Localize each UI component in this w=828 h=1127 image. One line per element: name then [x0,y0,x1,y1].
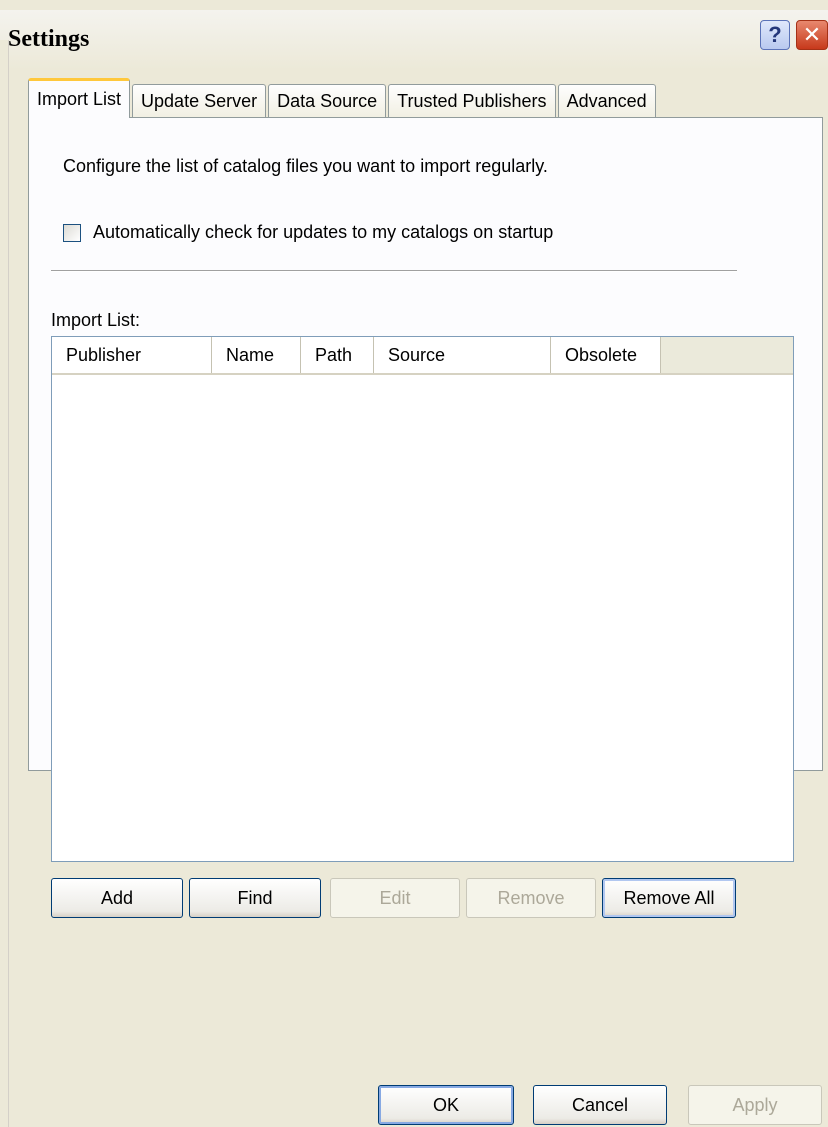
import-list-label: Import List: [51,310,141,330]
title-bar[interactable]: Settings ? ✕ [0,0,828,70]
find-button[interactable]: Find [189,878,321,918]
remove-all-button[interactable]: Remove All [602,878,736,918]
panel-description: Configure the list of catalog files you … [63,156,548,176]
close-icon: ✕ [802,22,822,47]
help-icon: ? [768,22,782,47]
column-header-publisher[interactable]: Publisher [52,337,212,373]
tab-strip: Import List Update Server Data Source Tr… [28,78,658,118]
column-header-filler [661,337,793,373]
column-header-name[interactable]: Name [212,337,301,373]
tab-data-source[interactable]: Data Source [268,84,387,118]
help-button[interactable]: ? [760,20,790,50]
ok-button[interactable]: OK [378,1085,514,1125]
import-list-panel: Configure the list of catalog files you … [28,117,823,918]
import-list-view[interactable]: Publisher Name Path Source Obsolete [51,336,794,862]
apply-button[interactable]: Apply [688,1085,822,1125]
cancel-button[interactable]: Cancel [533,1085,667,1125]
separator [51,270,737,272]
auto-check-option[interactable]: Automatically check for updates to my ca… [63,222,553,243]
tab-update-server[interactable]: Update Server [132,84,267,118]
column-header-obsolete[interactable]: Obsolete [551,337,661,373]
tab-trusted-publishers[interactable]: Trusted Publishers [388,84,556,118]
column-header-path[interactable]: Path [301,337,374,373]
column-header-source[interactable]: Source [374,337,551,373]
window-border [0,40,9,1127]
tab-advanced[interactable]: Advanced [557,84,656,118]
edit-button[interactable]: Edit [330,878,460,918]
auto-check-checkbox[interactable] [63,223,81,242]
add-button[interactable]: Add [51,878,183,918]
tab-import-list[interactable]: Import List [28,78,131,118]
close-button[interactable]: ✕ [796,20,828,50]
list-header: Publisher Name Path Source Obsolete [52,337,793,375]
auto-check-label[interactable]: Automatically check for updates to my ca… [93,222,553,243]
remove-button[interactable]: Remove [466,878,596,918]
window-title: Settings [8,26,90,52]
